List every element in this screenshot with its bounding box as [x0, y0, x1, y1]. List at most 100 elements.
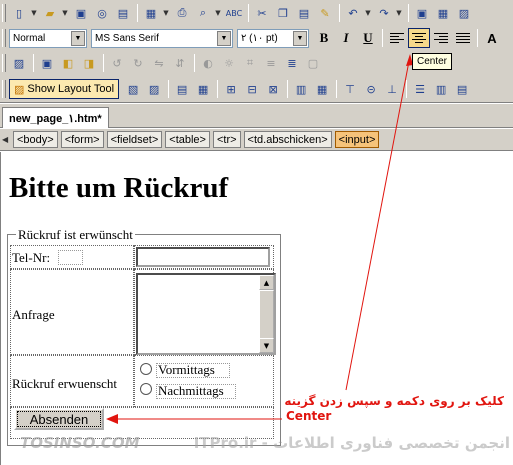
undo-icon[interactable]: ↶: [343, 3, 363, 23]
preview-icon[interactable]: ▤: [113, 3, 133, 23]
align-bottom-icon[interactable]: ⊥: [382, 79, 402, 99]
find-icon[interactable]: ◎: [92, 3, 112, 23]
separator: [336, 80, 338, 98]
show-layout-tool-button[interactable]: ▨ Show Layout Tool: [9, 79, 120, 99]
line-style-icon[interactable]: ≡: [261, 53, 281, 73]
phone-input[interactable]: [136, 247, 270, 267]
tag-td[interactable]: <td.abschicken>: [243, 131, 332, 148]
watermark-left: TOSINSO.COM: [20, 434, 140, 452]
document-tab[interactable]: new_page_۱.htm*: [2, 107, 109, 128]
toolbar-grip[interactable]: [2, 4, 6, 22]
inquiry-textarea[interactable]: ▲ ▼: [136, 273, 276, 355]
chevron-down-icon[interactable]: ▼: [71, 30, 85, 46]
chevron-down-icon[interactable]: ▼: [214, 3, 222, 23]
flip-vertical-icon[interactable]: ⇵: [170, 53, 190, 73]
style-select-value: Normal: [13, 32, 46, 44]
table-properties-icon[interactable]: ▤: [172, 79, 192, 99]
tag-tr[interactable]: <tr>: [212, 131, 241, 148]
save-icon[interactable]: ▣: [71, 3, 91, 23]
text-box-icon[interactable]: ▣: [37, 53, 57, 73]
draw-table-icon[interactable]: ▧: [123, 79, 143, 99]
align-top-icon[interactable]: ⊤: [340, 79, 360, 99]
center-tooltip: Center: [412, 53, 453, 70]
chevron-down-icon[interactable]: ▼: [30, 3, 38, 23]
separator: [406, 80, 408, 98]
new-icon[interactable]: ▯: [9, 3, 29, 23]
chevron-down-icon[interactable]: ▼: [162, 3, 170, 23]
distribute-columns-icon[interactable]: ▥: [431, 79, 451, 99]
draw-cell-icon[interactable]: ▨: [144, 79, 164, 99]
italic-button[interactable]: I: [335, 28, 357, 48]
align-center-button[interactable]: [408, 28, 430, 48]
rotate-right-icon[interactable]: ↻: [128, 53, 148, 73]
insert-columns-icon[interactable]: ⊟: [242, 79, 262, 99]
flip-horizontal-icon[interactable]: ⇋: [149, 53, 169, 73]
font-size-value: ۲ (۱۰ pt): [241, 32, 278, 44]
insert-table-icon[interactable]: ▦: [433, 3, 453, 23]
spellcheck-icon[interactable]: ABC: [224, 3, 244, 23]
tag-body[interactable]: <body>: [13, 131, 58, 148]
picture-icon[interactable]: ▨: [454, 3, 474, 23]
textarea-scrollbar[interactable]: ▲ ▼: [259, 275, 274, 353]
align-right-button[interactable]: [430, 28, 452, 48]
chevron-down-icon[interactable]: ▼: [217, 30, 231, 46]
cell-properties-icon[interactable]: ▦: [193, 79, 213, 99]
font-size-select[interactable]: ۲ (۱۰ pt) ▼: [237, 28, 309, 48]
underline-button[interactable]: U: [357, 28, 379, 48]
search-icon[interactable]: ⌕: [193, 3, 213, 23]
scroll-thumb[interactable]: [259, 290, 274, 341]
print-icon[interactable]: ⎙: [172, 3, 192, 23]
bring-forward-icon[interactable]: ◧: [58, 53, 78, 73]
transparent-icon[interactable]: ▢: [303, 53, 323, 73]
toolbar-grip[interactable]: [2, 29, 6, 47]
open-icon[interactable]: ▰: [40, 3, 60, 23]
autofit-icon[interactable]: ▤: [452, 79, 472, 99]
contrast-icon[interactable]: ◐: [198, 53, 218, 73]
chevron-down-icon[interactable]: ▼: [61, 3, 69, 23]
scroll-up-icon[interactable]: ▲: [259, 275, 274, 290]
publish-icon[interactable]: ▦: [141, 3, 161, 23]
font-select[interactable]: MS Sans Serif ▼: [91, 28, 233, 48]
chevron-down-icon[interactable]: ▼: [293, 30, 307, 46]
web-component-icon[interactable]: ▣: [412, 3, 432, 23]
phone-label: Tel-Nr:: [12, 250, 51, 265]
radio-afternoon[interactable]: [140, 383, 152, 395]
insert-picture-icon[interactable]: ▨: [9, 53, 29, 73]
style-select[interactable]: Normal ▼: [9, 28, 87, 48]
toolbar-grip[interactable]: [2, 80, 6, 98]
bold-button[interactable]: B: [313, 28, 335, 48]
distribute-rows-icon[interactable]: ☰: [410, 79, 430, 99]
chevron-down-icon[interactable]: ▼: [395, 3, 403, 23]
quick-tag-selector: ◀ <body> <form> <fieldset> <table> <tr> …: [0, 129, 513, 151]
cut-icon[interactable]: ✂: [252, 3, 272, 23]
align-middle-icon[interactable]: ⊝: [361, 79, 381, 99]
toolbar-grip[interactable]: [2, 54, 6, 72]
redo-icon[interactable]: ↷: [374, 3, 394, 23]
chevron-down-icon[interactable]: ▼: [364, 3, 372, 23]
watermark: TOSINSO.COM ITPro.ir - انجمن تخصصی فناور…: [20, 432, 510, 454]
chevron-left-icon[interactable]: ◀: [2, 135, 11, 144]
brightness-icon[interactable]: ☼: [219, 53, 239, 73]
split-cells-icon[interactable]: ▥: [291, 79, 311, 99]
format-painter-icon[interactable]: ✎: [315, 3, 335, 23]
wrap-icon[interactable]: ≣: [282, 53, 302, 73]
justify-button[interactable]: [452, 28, 474, 48]
crop-icon[interactable]: ⌗: [240, 53, 260, 73]
tag-fieldset[interactable]: <fieldset>: [106, 131, 163, 148]
radio-morning[interactable]: [140, 363, 152, 375]
send-backward-icon[interactable]: ◨: [79, 53, 99, 73]
tag-table[interactable]: <table>: [165, 131, 210, 148]
tag-form[interactable]: <form>: [60, 131, 104, 148]
delete-cells-icon[interactable]: ⊠: [263, 79, 283, 99]
submit-button[interactable]: Absenden: [14, 408, 104, 430]
merge-cells-icon[interactable]: ▦: [312, 79, 332, 99]
tag-input[interactable]: <input>: [334, 131, 380, 148]
paste-icon[interactable]: ▤: [294, 3, 314, 23]
insert-rows-icon[interactable]: ⊞: [221, 79, 241, 99]
increase-font-button[interactable]: A: [481, 28, 503, 48]
copy-icon[interactable]: ❐: [273, 3, 293, 23]
rotate-left-icon[interactable]: ↺: [107, 53, 127, 73]
scroll-down-icon[interactable]: ▼: [259, 338, 274, 353]
align-left-button[interactable]: [386, 28, 408, 48]
align-center-icon: [412, 33, 426, 43]
